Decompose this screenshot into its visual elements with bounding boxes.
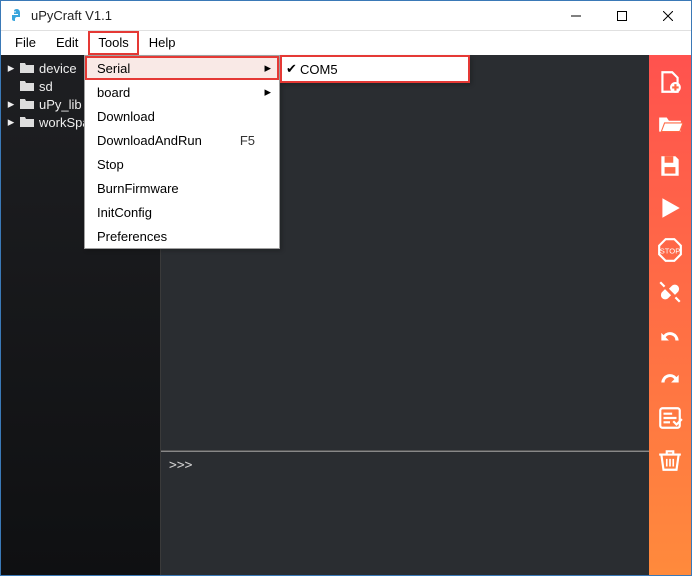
window-title: uPyCraft V1.1 — [31, 8, 112, 23]
open-file-icon[interactable] — [655, 109, 685, 139]
stop-icon[interactable]: STOP — [655, 235, 685, 265]
chevron-right-icon: ▸ — [5, 60, 17, 76]
close-button[interactable] — [645, 1, 691, 31]
serial-option-com5[interactable]: ✔ COM5 — [282, 57, 468, 81]
folder-icon — [19, 79, 35, 93]
menu-edit[interactable]: Edit — [46, 31, 88, 55]
menu-board[interactable]: board ▸ — [85, 80, 279, 104]
clear-icon[interactable] — [655, 445, 685, 475]
chevron-right-icon: ▸ — [264, 84, 271, 100]
menu-label: board — [97, 85, 130, 100]
menu-preferences[interactable]: Preferences — [85, 224, 279, 248]
console[interactable]: >>> — [161, 451, 649, 575]
svg-text:STOP: STOP — [660, 246, 681, 255]
menu-download[interactable]: Download — [85, 104, 279, 128]
new-file-icon[interactable] — [655, 67, 685, 97]
menu-stop[interactable]: Stop — [85, 152, 279, 176]
run-icon[interactable] — [655, 193, 685, 223]
shortcut-label: F5 — [240, 133, 255, 148]
redo-icon[interactable] — [655, 361, 685, 391]
menu-download-and-run[interactable]: DownloadAndRun F5 — [85, 128, 279, 152]
menu-burn-firmware[interactable]: BurnFirmware — [85, 176, 279, 200]
menu-label: DownloadAndRun — [97, 133, 202, 148]
app-icon — [9, 8, 25, 24]
menu-init-config[interactable]: InitConfig — [85, 200, 279, 224]
menu-label: Serial — [97, 61, 130, 76]
chevron-right-icon: ▸ — [264, 60, 271, 76]
folder-icon — [19, 61, 35, 75]
menu-label: Download — [97, 109, 155, 124]
syntax-check-icon[interactable] — [655, 403, 685, 433]
chevron-right-icon: ▸ — [5, 114, 17, 130]
window: uPyCraft V1.1 File Edit Tools Help ▸ dev… — [0, 0, 692, 576]
tree-label: sd — [39, 79, 53, 94]
menu-label: BurnFirmware — [97, 181, 179, 196]
menu-serial[interactable]: Serial ▸ — [85, 56, 279, 80]
minimize-button[interactable] — [553, 1, 599, 31]
titlebar: uPyCraft V1.1 — [1, 1, 691, 31]
menu-tools[interactable]: Tools — [88, 31, 138, 55]
right-toolbar: STOP — [649, 55, 691, 575]
menu-help[interactable]: Help — [139, 31, 186, 55]
menu-file[interactable]: File — [5, 31, 46, 55]
menu-label: InitConfig — [97, 205, 152, 220]
folder-icon — [19, 115, 35, 129]
chevron-right-icon: ▸ — [5, 96, 17, 112]
tree-label: device — [39, 61, 77, 76]
tree-label: uPy_lib — [39, 97, 82, 112]
connect-icon[interactable] — [655, 277, 685, 307]
tools-dropdown: Serial ▸ board ▸ Download DownloadAndRun… — [84, 55, 280, 249]
maximize-button[interactable] — [599, 1, 645, 31]
menubar: File Edit Tools Help — [1, 31, 691, 55]
menu-label: Stop — [97, 157, 124, 172]
folder-icon — [19, 97, 35, 111]
menu-label: COM5 — [300, 62, 338, 77]
serial-submenu: ✔ COM5 — [280, 55, 470, 83]
save-icon[interactable] — [655, 151, 685, 181]
undo-icon[interactable] — [655, 319, 685, 349]
console-prompt: >>> — [169, 458, 192, 473]
menu-label: Preferences — [97, 229, 167, 244]
check-icon: ✔ — [286, 61, 297, 77]
